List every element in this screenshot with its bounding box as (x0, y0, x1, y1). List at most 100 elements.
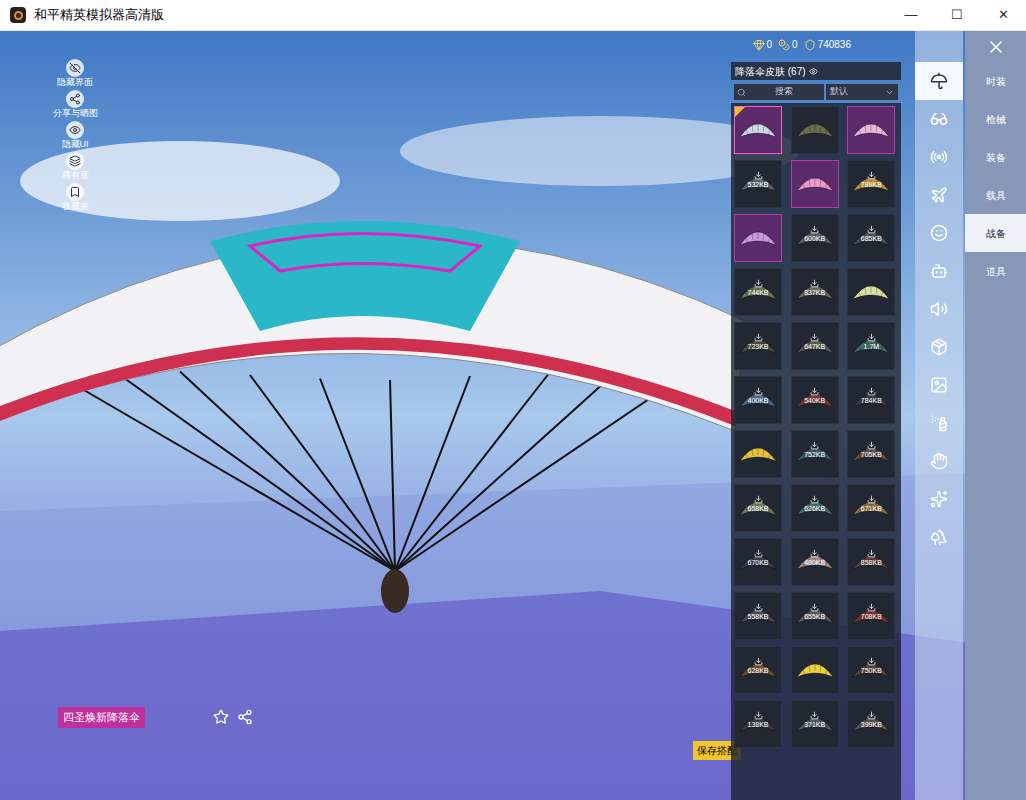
category-icon (930, 186, 948, 204)
search-row: 搜索默认 (731, 84, 901, 100)
share-icon[interactable] (237, 709, 253, 725)
skin-item[interactable]: 723KB (734, 322, 782, 370)
skin-item[interactable]: 371KB (791, 700, 839, 748)
parachute-icon (795, 169, 835, 199)
skin-item[interactable]: 628KB (734, 646, 782, 694)
close-button[interactable] (965, 31, 1026, 62)
tool-button[interactable]: 分享与晒图 (50, 90, 100, 119)
skin-item[interactable]: 744KB (734, 268, 782, 316)
skin-item[interactable] (847, 106, 895, 154)
skin-item[interactable]: 399KB (847, 700, 895, 748)
icon-tab[interactable] (915, 442, 963, 480)
skin-item[interactable]: 540KB (791, 376, 839, 424)
skin-item[interactable]: 670KB (734, 538, 782, 586)
category-tab[interactable]: 道具 (965, 252, 1026, 290)
skin-item[interactable]: 532KB (734, 160, 782, 208)
download-icon (867, 495, 876, 504)
tool-icon (69, 155, 81, 167)
download-size: 540KB (792, 387, 838, 405)
tool-button[interactable]: 隐藏界面 (50, 59, 100, 88)
skin-item[interactable]: 647KB (791, 322, 839, 370)
download-icon (810, 279, 819, 288)
icon-tab[interactable] (915, 366, 963, 404)
download-icon (867, 657, 876, 666)
skin-item[interactable]: 1.7M (847, 322, 895, 370)
skin-panel: 降落伞皮肤 (67)搜索默认532KB789KB600KB685KB744KB8… (731, 31, 901, 800)
skin-item[interactable] (791, 106, 839, 154)
category-tab[interactable]: 载具 (965, 176, 1026, 214)
category-icon (930, 452, 948, 470)
category-icon (930, 262, 948, 280)
item-name: 四圣焕新降落伞 (58, 707, 145, 728)
skin-item[interactable]: 655KB (791, 592, 839, 640)
window-control[interactable]: — (888, 0, 934, 31)
skin-item[interactable] (734, 214, 782, 262)
download-icon (810, 441, 819, 450)
close-icon (986, 37, 1006, 57)
currency: 0 (778, 37, 798, 52)
icon-tab[interactable] (915, 62, 963, 100)
icon-tab[interactable] (915, 176, 963, 214)
skin-item[interactable]: 705KB (847, 430, 895, 478)
download-size: 600KB (792, 225, 838, 243)
skin-item[interactable]: 784KB (847, 376, 895, 424)
skin-item[interactable] (734, 430, 782, 478)
category-tab[interactable]: 装备 (965, 138, 1026, 176)
app-window: 和平精英模拟器高清版—☐✕隐藏界面分享与晒图隐藏UI稀有度收藏夹00740836… (0, 0, 1026, 800)
tool-button[interactable]: 隐藏UI (50, 121, 100, 150)
icon-tab[interactable] (915, 518, 963, 556)
download-size: 658KB (735, 495, 781, 513)
skin-item[interactable]: 708KB (847, 592, 895, 640)
favorite-star-icon[interactable] (213, 709, 229, 725)
icon-tab[interactable] (915, 214, 963, 252)
skin-item[interactable]: 750KB (847, 646, 895, 694)
icon-tab[interactable] (915, 290, 963, 328)
skin-item[interactable] (791, 160, 839, 208)
panel-header: 降落伞皮肤 (67) (731, 62, 901, 80)
download-icon (754, 333, 763, 342)
skin-item[interactable]: 858KB (847, 538, 895, 586)
skin-item[interactable]: 837KB (791, 268, 839, 316)
category-tab[interactable]: 时装 (965, 62, 1026, 100)
icon-tab[interactable] (915, 100, 963, 138)
tool-button[interactable]: 收藏夹 (50, 183, 100, 212)
category-tab[interactable]: 枪械 (965, 100, 1026, 138)
game-view: 隐藏界面分享与晒图隐藏UI稀有度收藏夹00740836四圣焕新降落伞保存搭配降落… (0, 31, 1026, 800)
icon-tab[interactable] (915, 138, 963, 176)
skin-item[interactable]: 658KB (734, 484, 782, 532)
skin-item[interactable]: 789KB (847, 160, 895, 208)
icon-tab[interactable] (915, 404, 963, 442)
download-icon (810, 549, 819, 558)
download-size: 708KB (848, 603, 894, 621)
icon-tab[interactable] (915, 480, 963, 518)
icon-tab[interactable] (915, 252, 963, 290)
category-icon (930, 376, 948, 394)
category-icon (930, 110, 948, 128)
download-size: 399KB (848, 711, 894, 729)
download-icon (810, 711, 819, 720)
search-field[interactable]: 搜索 (734, 84, 824, 100)
tool-button[interactable]: 稀有度 (50, 152, 100, 181)
skin-item[interactable]: 752KB (791, 430, 839, 478)
download-size: 723KB (735, 333, 781, 351)
download-icon (867, 387, 876, 396)
category-tab[interactable]: 战备 (965, 214, 1026, 252)
skin-item[interactable]: 671KB (847, 484, 895, 532)
skin-item[interactable] (734, 106, 782, 154)
skin-item[interactable]: 558KB (734, 592, 782, 640)
window-control[interactable]: ✕ (980, 0, 1026, 31)
new-badge (735, 107, 745, 117)
skin-item[interactable] (847, 268, 895, 316)
skin-item[interactable]: 600KB (791, 214, 839, 262)
eye-icon[interactable] (809, 67, 818, 76)
skin-item[interactable]: 626KB (791, 484, 839, 532)
download-size: 784KB (848, 387, 894, 405)
sort-dropdown[interactable]: 默认 (826, 84, 898, 100)
icon-tab[interactable] (915, 328, 963, 366)
window-control[interactable]: ☐ (934, 0, 980, 31)
skin-item[interactable]: 138KB (734, 700, 782, 748)
skin-item[interactable]: 480KB (791, 538, 839, 586)
skin-item[interactable]: 400KB (734, 376, 782, 424)
skin-item[interactable]: 685KB (847, 214, 895, 262)
skin-item[interactable] (791, 646, 839, 694)
